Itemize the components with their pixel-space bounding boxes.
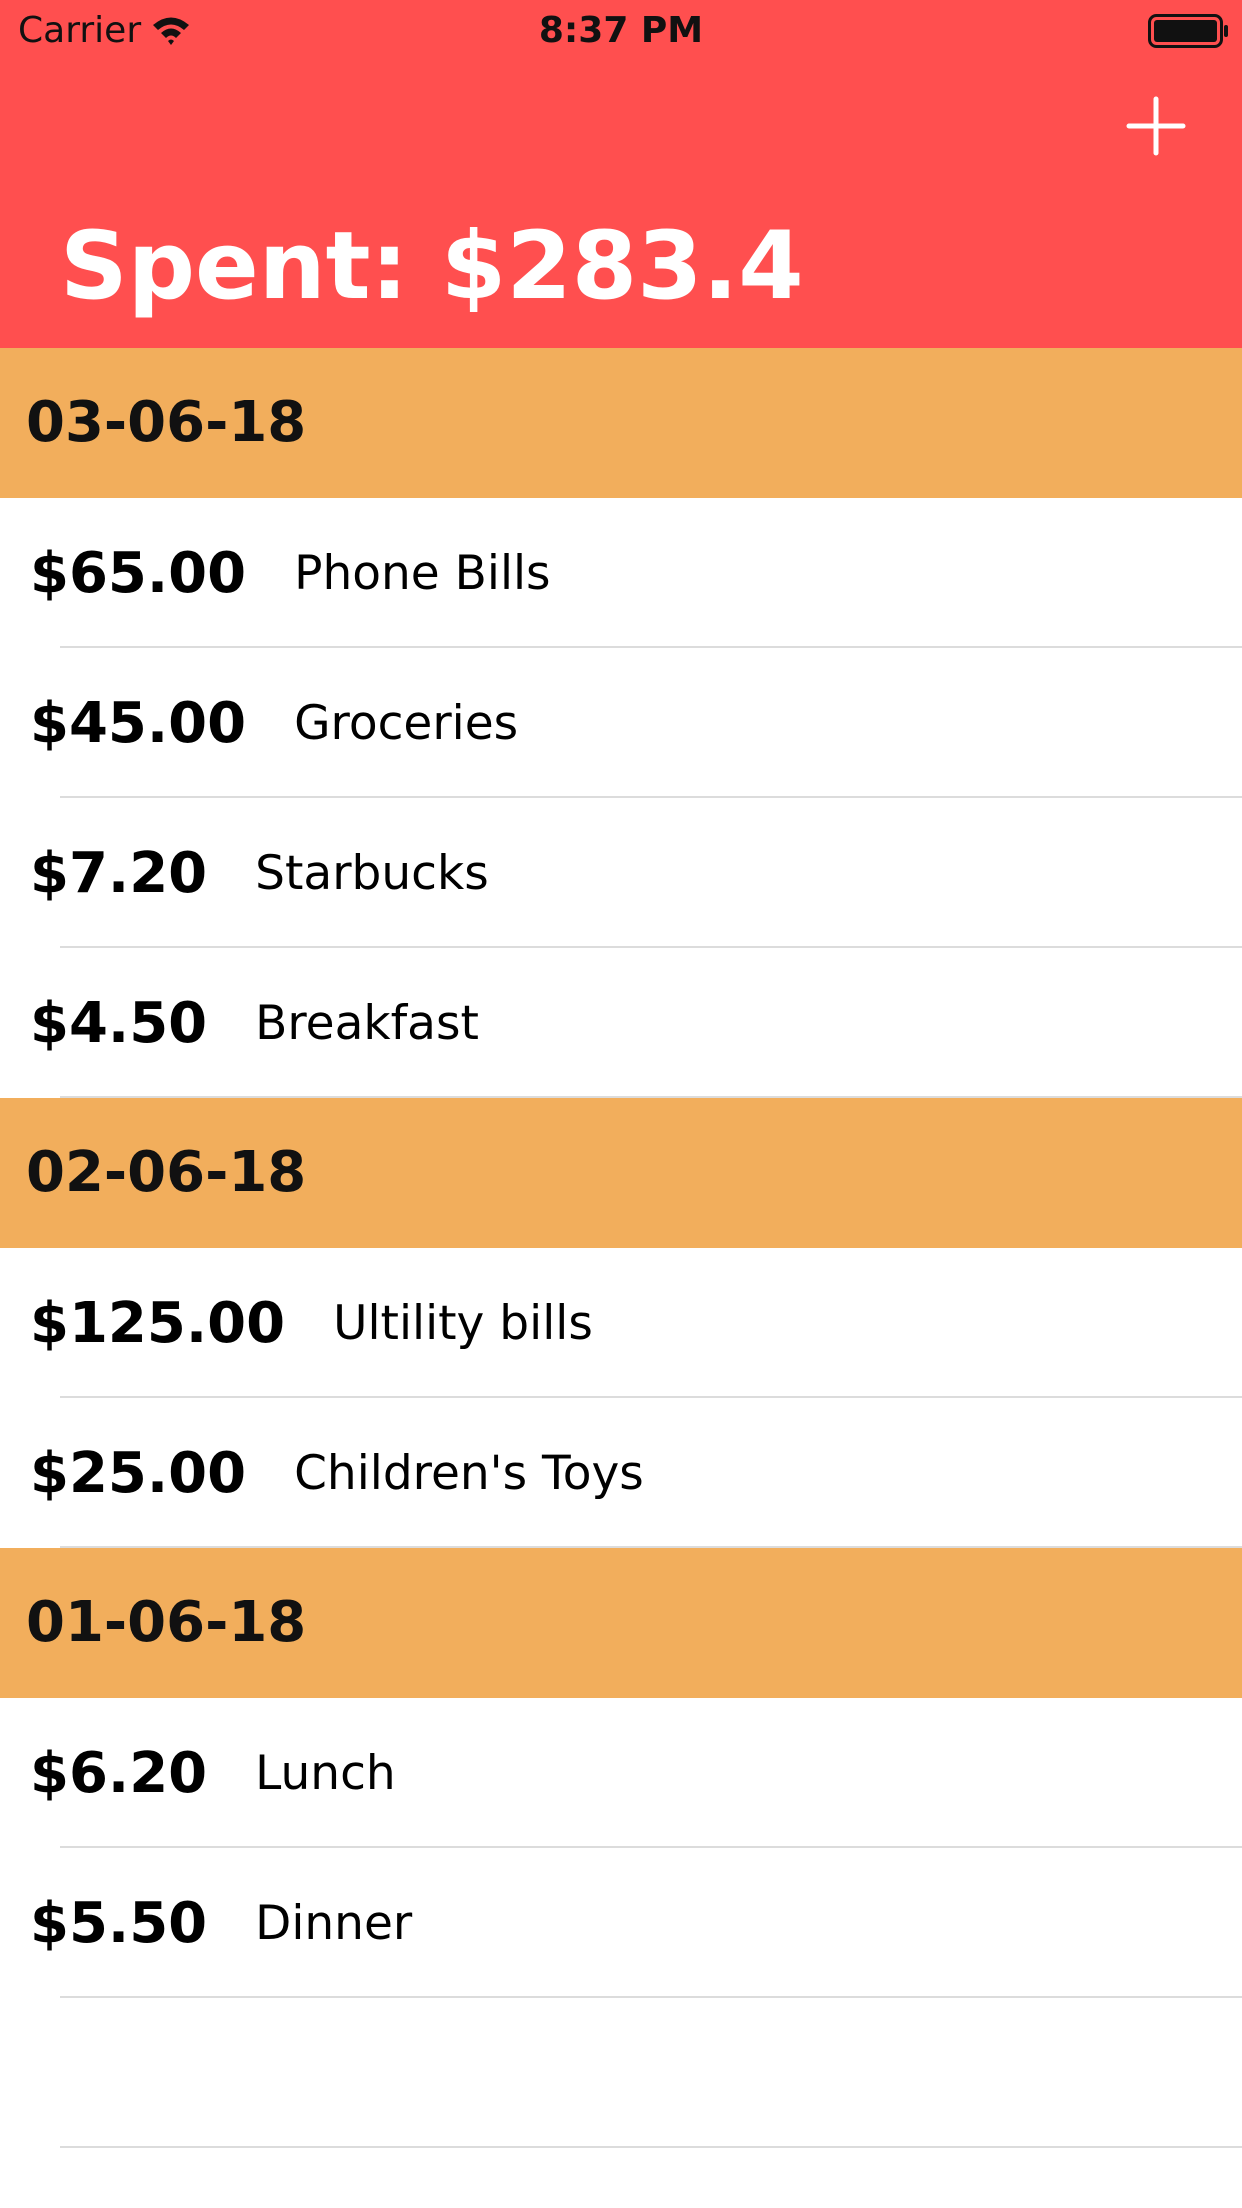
section-date: 02-06-18: [26, 1140, 307, 1205]
section-header: 02-06-18: [0, 1098, 1242, 1248]
battery-icon: [1148, 14, 1228, 48]
section-header: 03-06-18: [0, 348, 1242, 498]
expense-row[interactable]: $125.00 Ultility bills: [0, 1248, 1242, 1398]
expense-row[interactable]: $45.00 Groceries: [0, 648, 1242, 798]
empty-row: [0, 1998, 1242, 2148]
expense-description: Phone Bills: [294, 545, 551, 601]
total-spent-title: Spent: $283.4: [60, 212, 804, 321]
empty-row: [0, 2148, 1242, 2208]
expense-description: Dinner: [255, 1895, 413, 1951]
expense-description: Starbucks: [255, 845, 489, 901]
expense-amount: $125.00: [30, 1290, 286, 1356]
expense-tracker-screen: Carrier 8:37 PM Spent: $283.4 03-06-18 $6…: [0, 0, 1242, 2208]
expense-row[interactable]: $4.50 Breakfast: [0, 948, 1242, 1098]
expense-list[interactable]: 03-06-18 $65.00 Phone Bills $45.00 Groceries…: [0, 348, 1242, 2208]
expense-amount: $5.50: [30, 1890, 208, 1956]
expense-row[interactable]: $6.20 Lunch: [0, 1698, 1242, 1848]
section-date: 03-06-18: [26, 390, 307, 455]
expense-description: Breakfast: [255, 995, 479, 1051]
add-expense-button[interactable]: [1124, 94, 1188, 158]
status-bar: Carrier 8:37 PM: [0, 0, 1242, 60]
section-date: 01-06-18: [26, 1590, 307, 1655]
expense-amount: $45.00: [30, 690, 247, 756]
expense-row[interactable]: $25.00 Children's Toys: [0, 1398, 1242, 1548]
expense-description: Ultility bills: [333, 1295, 593, 1351]
expense-row[interactable]: $5.50 Dinner: [0, 1848, 1242, 1998]
expense-row[interactable]: $7.20 Starbucks: [0, 798, 1242, 948]
plus-icon: [1126, 96, 1186, 156]
expense-description: Lunch: [255, 1745, 396, 1801]
expense-description: Children's Toys: [294, 1445, 644, 1501]
expense-amount: $7.20: [30, 840, 208, 906]
empty-table-area: [0, 1998, 1242, 2208]
status-time: 8:37 PM: [538, 10, 704, 51]
expense-amount: $4.50: [30, 990, 208, 1056]
app-header: Carrier 8:37 PM Spent: $283.4: [0, 0, 1242, 348]
expense-amount: $6.20: [30, 1740, 208, 1806]
section-header: 01-06-18: [0, 1548, 1242, 1698]
expense-description: Groceries: [294, 695, 519, 751]
expense-amount: $65.00: [30, 540, 247, 606]
expense-row[interactable]: $65.00 Phone Bills: [0, 498, 1242, 648]
expense-amount: $25.00: [30, 1440, 247, 1506]
